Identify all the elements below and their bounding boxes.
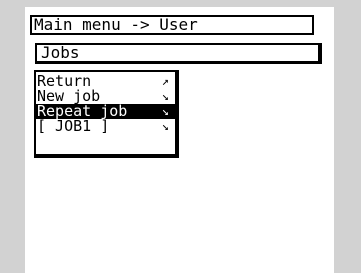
arrow-up-right-icon: ↗	[161, 74, 169, 88]
arrow-down-right-icon: ↘	[161, 89, 169, 103]
submenu-title-jobs: Jobs	[35, 43, 322, 64]
menu-item-job1[interactable]: [ JOB1 ] ↘	[36, 119, 175, 134]
jobs-dropdown-menu: Return ↗ New job ↘ Repeat job ↘ [ JOB1 ]…	[34, 70, 179, 158]
arrow-down-right-icon: ↘	[161, 104, 169, 118]
lcd-screen: Main menu -> User Jobs Return ↗ New job …	[25, 7, 334, 273]
arrow-down-right-icon: ↘	[161, 119, 169, 133]
menu-item-label: [ JOB1 ]	[37, 117, 110, 135]
breadcrumb-title: Main menu -> User	[30, 15, 314, 35]
